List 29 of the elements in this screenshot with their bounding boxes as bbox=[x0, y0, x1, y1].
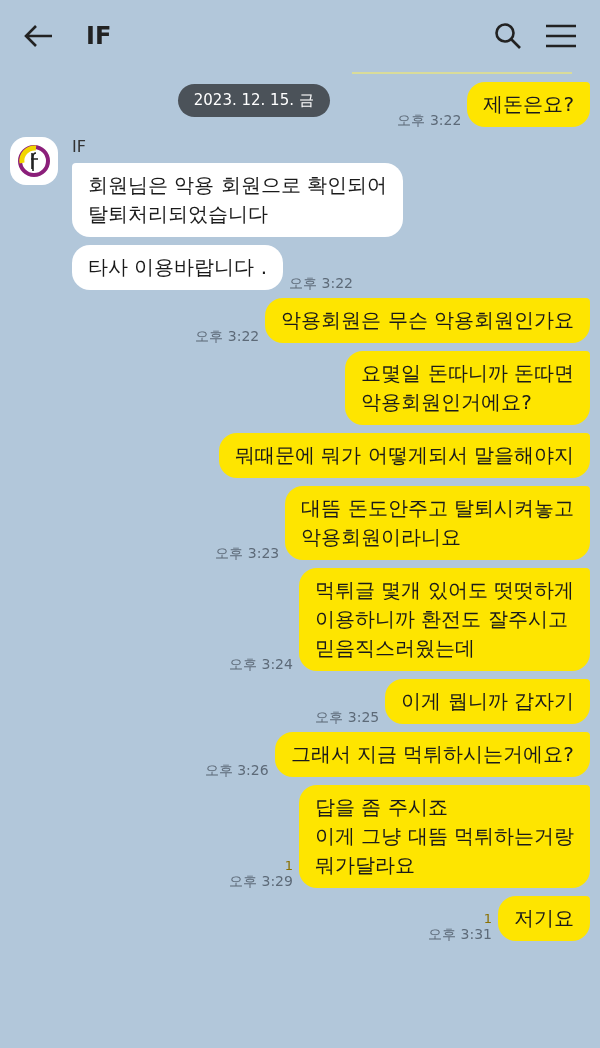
message-bubble: 악용회원은 무슨 악용회원인가요 bbox=[265, 298, 590, 343]
sender-name: IF bbox=[72, 136, 87, 158]
message-bubble: 회원님은 악용 회원으로 확인되어 탈퇴처리되었습니다 bbox=[72, 163, 404, 237]
message-bubble: 타사 이용바랍니다 . bbox=[72, 245, 284, 290]
chat-title: IF bbox=[86, 21, 113, 52]
message-time: 오후 3:22 bbox=[289, 276, 353, 290]
message-time: 오후 3:29 bbox=[229, 874, 293, 888]
message-time: 오후 3:31 bbox=[428, 927, 492, 941]
message-bubble: 제돈은요? bbox=[467, 82, 590, 127]
message-bubble: 그래서 지금 먹튀하시는거에요? bbox=[274, 732, 590, 777]
message-time: 오후 3:26 bbox=[204, 763, 269, 777]
message-time: 오후 3:24 bbox=[229, 657, 293, 671]
avatar-logo-icon[interactable] bbox=[10, 137, 58, 185]
menu-icon[interactable] bbox=[546, 24, 576, 48]
message-time: 오후 3:23 bbox=[215, 546, 280, 560]
search-icon[interactable] bbox=[494, 22, 522, 50]
back-arrow-icon[interactable] bbox=[24, 24, 54, 48]
message-bubble: 요몇일 돈따니까 돈따면 악용회원인거에요? bbox=[345, 351, 590, 425]
message-time: 오후 3:25 bbox=[315, 710, 380, 724]
message-bubble: 저기요 bbox=[498, 896, 590, 941]
message-bubble: 먹튀글 몇개 있어도 떳떳하게 이용하니까 환전도 잘주시고 믿음직스러웠는데 bbox=[298, 568, 590, 671]
unread-count: 1 bbox=[483, 912, 492, 925]
message-bubble: 답을 좀 주시죠 이게 그냥 대뜸 먹튀하는거랑 뭐가달라요 bbox=[298, 785, 590, 888]
message-bubble: 대뜸 돈도안주고 탈퇴시켜놓고 악용회원이라니요 bbox=[285, 486, 590, 560]
message-time: 오후 3:22 bbox=[195, 329, 260, 343]
message-bubble: 뭐때문에 뭐가 어떻게되서 말을해야지 bbox=[218, 433, 590, 478]
message-bubble: 이게 뭡니까 갑자기 bbox=[385, 679, 590, 724]
message-time: 오후 3:22 bbox=[397, 113, 462, 127]
unread-count: 1 bbox=[284, 859, 293, 872]
